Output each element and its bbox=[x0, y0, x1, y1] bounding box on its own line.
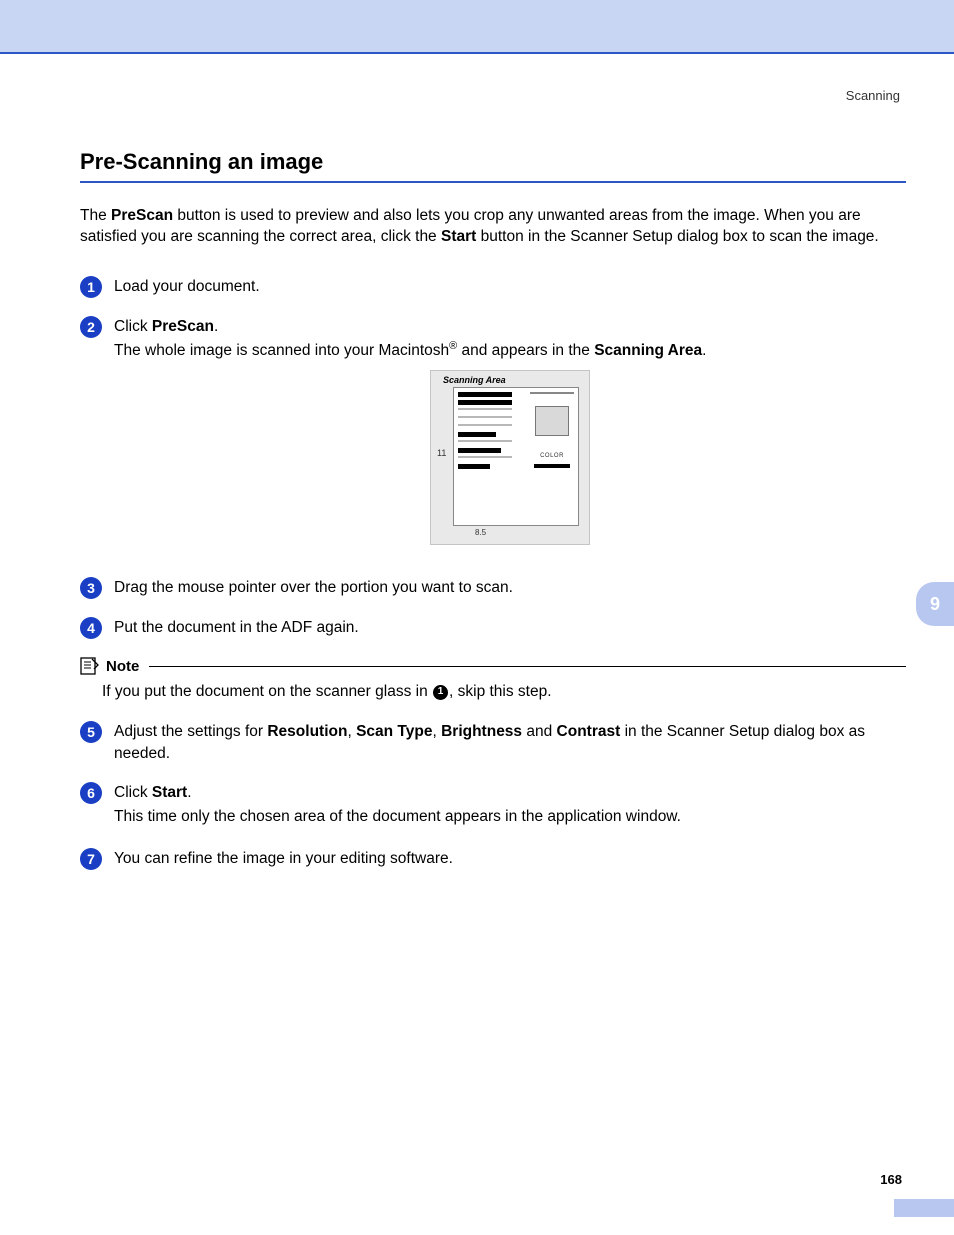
s5-b1: Resolution bbox=[267, 723, 347, 740]
s6-l1b: Start bbox=[152, 784, 187, 801]
figure-ruler: 8.5 bbox=[475, 527, 486, 538]
step-bullet-2: 2 bbox=[80, 316, 102, 338]
s6-l1a: Click bbox=[114, 784, 152, 801]
note-title: Note bbox=[106, 658, 139, 675]
s2-sup: ® bbox=[449, 340, 457, 352]
step-1: 1 Load your document. bbox=[80, 276, 906, 298]
step-5: 5 Adjust the settings for Resolution, Sc… bbox=[80, 721, 906, 764]
note-t2: , skip this step. bbox=[449, 683, 552, 700]
s2-l1b: PreScan bbox=[152, 318, 214, 335]
s6-l1c: . bbox=[187, 784, 191, 801]
s2-l2b: and appears in the bbox=[457, 343, 594, 360]
s5-t2: , bbox=[347, 723, 356, 740]
step-7-body: You can refine the image in your editing… bbox=[114, 848, 906, 870]
step-4-body: Put the document in the ADF again. bbox=[114, 617, 906, 639]
s2-l2a: The whole image is scanned into your Mac… bbox=[114, 343, 449, 360]
step-4: 4 Put the document in the ADF again. bbox=[80, 617, 906, 639]
s2-l1a: Click bbox=[114, 318, 152, 335]
note-t1: If you put the document on the scanner g… bbox=[102, 683, 432, 700]
step-bullet-3: 3 bbox=[80, 577, 102, 599]
figure-title: Scanning Area bbox=[443, 374, 506, 387]
s5-b3: Brightness bbox=[441, 723, 522, 740]
note-icon bbox=[80, 657, 100, 675]
page-number: 168 bbox=[0, 1172, 954, 1187]
intro-b2: Start bbox=[441, 228, 476, 245]
note-rule bbox=[149, 666, 906, 667]
steps-list: 1 Load your document. 2 Click PreScan. T… bbox=[80, 276, 906, 870]
scanning-area-figure: Scanning Area 11 bbox=[430, 370, 590, 545]
note-text: If you put the document on the scanner g… bbox=[102, 681, 906, 703]
figure-controls bbox=[458, 392, 512, 472]
intro-paragraph: The PreScan button is used to preview an… bbox=[80, 205, 906, 248]
s2-l2bold: Scanning Area bbox=[594, 343, 702, 360]
s2-l2c: . bbox=[702, 343, 706, 360]
footer: 168 bbox=[0, 1172, 954, 1187]
step-2-body: Click PreScan. The whole image is scanne… bbox=[114, 316, 906, 560]
s6-l2: This time only the chosen area of the do… bbox=[114, 806, 906, 828]
step-3: 3 Drag the mouse pointer over the portio… bbox=[80, 577, 906, 599]
s5-t4: and bbox=[522, 723, 556, 740]
figure-preview: COLOR bbox=[530, 392, 574, 467]
figure-marker: 11 bbox=[437, 447, 446, 460]
step-2: 2 Click PreScan. The whole image is scan… bbox=[80, 316, 906, 560]
top-band bbox=[0, 0, 954, 54]
page-content: Scanning Pre-Scanning an image The PreSc… bbox=[0, 54, 954, 870]
note-header: Note bbox=[80, 657, 906, 675]
step-3-body: Drag the mouse pointer over the portion … bbox=[114, 577, 906, 599]
section-title: Pre-Scanning an image bbox=[80, 149, 906, 183]
intro-t3: button in the Scanner Setup dialog box t… bbox=[476, 228, 878, 245]
note-ref-bullet: 1 bbox=[433, 685, 448, 700]
step-bullet-5: 5 bbox=[80, 721, 102, 743]
chapter-tab: 9 bbox=[916, 582, 954, 626]
preview-thumbnail bbox=[535, 406, 569, 436]
s2-l1c: . bbox=[214, 318, 218, 335]
corner-accent bbox=[894, 1199, 954, 1217]
step-7: 7 You can refine the image in your editi… bbox=[80, 848, 906, 870]
s5-b4: Contrast bbox=[557, 723, 621, 740]
step-bullet-7: 7 bbox=[80, 848, 102, 870]
note-block: Note If you put the document on the scan… bbox=[80, 657, 906, 703]
step-bullet-6: 6 bbox=[80, 782, 102, 804]
intro-t1: The bbox=[80, 207, 111, 224]
s5-t3: , bbox=[432, 723, 441, 740]
s5-b2: Scan Type bbox=[356, 723, 432, 740]
color-label: COLOR bbox=[530, 452, 574, 460]
intro-b1: PreScan bbox=[111, 207, 173, 224]
s5-t1: Adjust the settings for bbox=[114, 723, 267, 740]
step-6-body: Click Start. This time only the chosen a… bbox=[114, 782, 906, 829]
step-bullet-1: 1 bbox=[80, 276, 102, 298]
header-category: Scanning bbox=[80, 84, 906, 103]
step-6: 6 Click Start. This time only the chosen… bbox=[80, 782, 906, 829]
step-5-body: Adjust the settings for Resolution, Scan… bbox=[114, 721, 906, 764]
figure-inner: COLOR bbox=[453, 387, 579, 526]
step-bullet-4: 4 bbox=[80, 617, 102, 639]
step-1-body: Load your document. bbox=[114, 276, 906, 298]
